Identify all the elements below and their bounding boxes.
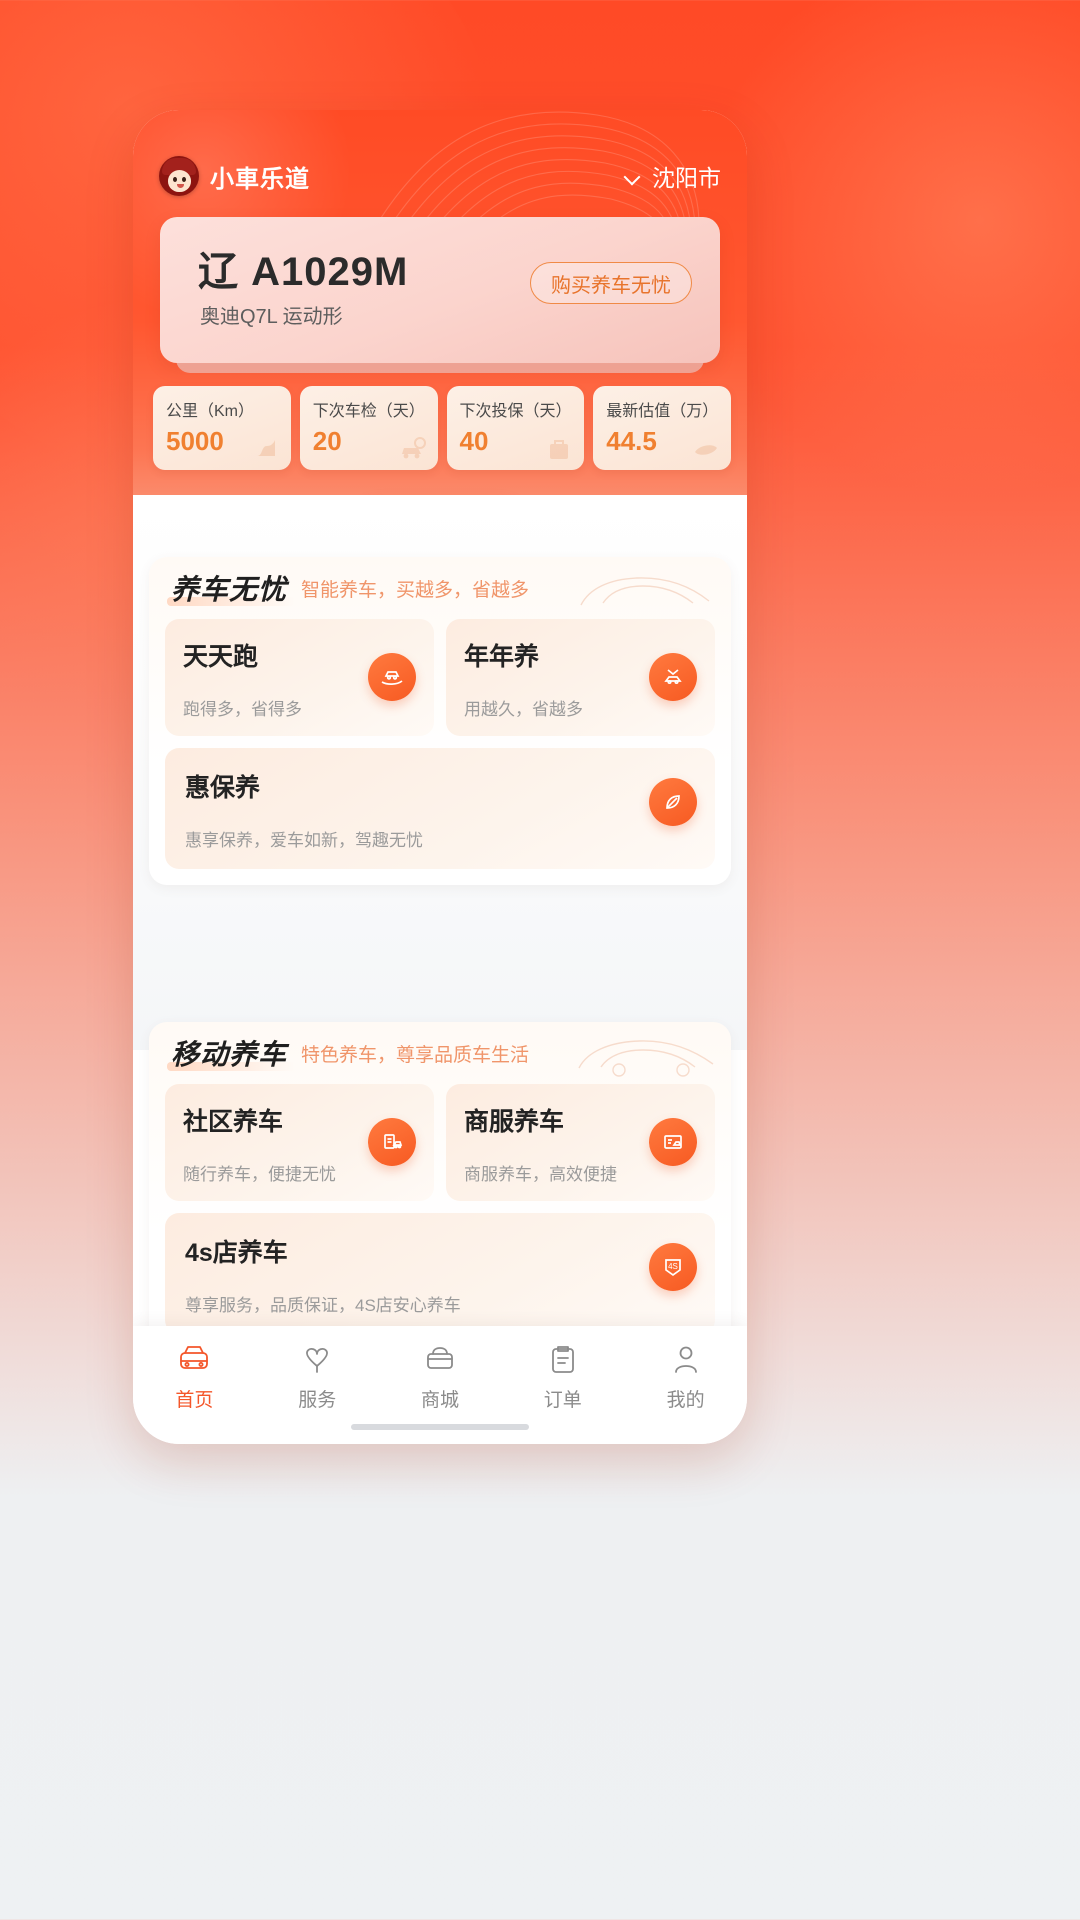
vehicle-card[interactable]: 辽 A1029M 奥迪Q7L 运动形 购买养车无忧	[160, 217, 720, 363]
service-card-tiantianpao[interactable]: 天天跑 跑得多，省得多	[165, 619, 434, 736]
nav-item-orders[interactable]: 订单	[501, 1342, 624, 1412]
nav-label: 商城	[420, 1390, 459, 1411]
business-service-icon	[649, 1118, 697, 1166]
section-header: 养车无忧 智能养车，买越多，省越多	[149, 557, 731, 619]
city-selector[interactable]: 沈阳市	[625, 159, 721, 193]
order-list-icon	[551, 1346, 574, 1373]
section-title: 移动养车	[166, 1033, 296, 1073]
section-subtitle: 特色养车，尊享品质车生活	[301, 1044, 530, 1066]
background-blob-right	[700, 0, 1080, 500]
content-scroll-area[interactable]: 养车无忧 智能养车，买越多，省越多 天天跑 跑得多，省得多 年年养 用越久，省越…	[133, 495, 747, 1350]
top-bar: 小車乐道 沈阳市	[133, 150, 747, 202]
section-subtitle: 智能养车，买越多，省越多	[301, 579, 530, 601]
mascot-avatar-icon	[159, 156, 199, 196]
nav-label: 订单	[543, 1390, 582, 1411]
section-title: 养车无忧	[166, 568, 296, 608]
leaf-icon	[649, 778, 697, 826]
car-maintenance-icon	[649, 653, 697, 701]
insurance-bag-icon	[550, 440, 569, 459]
nav-label: 首页	[175, 1390, 214, 1411]
valuation-icon	[695, 445, 717, 455]
nav-label: 我的	[666, 1390, 705, 1411]
nav-item-service[interactable]: 服务	[256, 1342, 379, 1412]
stat-card-inspection[interactable]: 下次车检（天） 20	[299, 386, 438, 470]
vehicle-stats-row: 公里（Km） 5000 下次车检（天） 20 下次投保（天） 40 最新估值（万…	[153, 386, 731, 470]
card-title: 4s店养车	[185, 1239, 288, 1267]
service-card-niannianyang[interactable]: 年年养 用越久，省越多	[446, 619, 715, 736]
stat-label: 下次车检（天）	[312, 403, 425, 420]
service-heart-icon	[306, 1347, 329, 1373]
user-profile-icon	[674, 1346, 697, 1373]
brand-block[interactable]: 小車乐道	[159, 156, 310, 196]
card-subtitle: 尊享服务，品质保证，4S店安心养车	[185, 1296, 461, 1315]
plate-number: 辽 A1029M	[198, 250, 409, 294]
car-outline-decoration	[580, 577, 710, 606]
nav-item-home[interactable]: 首页	[133, 1342, 256, 1412]
nav-item-shop[interactable]: 商城	[379, 1342, 502, 1412]
stat-label: 下次投保（天）	[459, 403, 572, 420]
service-card-4s-shop[interactable]: 4s店养车 尊享服务，品质保证，4S店安心养车 4S	[165, 1213, 715, 1334]
brand-name: 小車乐道	[210, 165, 310, 193]
hero-header: 小車乐道 沈阳市 辽 A1029M 奥迪Q7L 运动形 购买养车无忧 公里（Km…	[133, 110, 747, 495]
home-car-icon	[180, 1346, 209, 1369]
chevron-down-icon	[625, 171, 642, 181]
nav-label: 服务	[298, 1390, 337, 1411]
car-inspection-icon	[401, 437, 426, 459]
section-mobile-maintenance: 移动养车 特色养车，尊享品质车生活 社区养车 随行养车，便捷无忧 商服养车 商服…	[149, 1022, 731, 1350]
card-title: 惠保养	[185, 774, 261, 802]
stat-card-mileage[interactable]: 公里（Km） 5000	[153, 386, 291, 470]
vehicle-model: 奥迪Q7L 运动形	[200, 306, 343, 328]
car-on-hand-icon	[368, 653, 416, 701]
section-maintenance-worryfree: 养车无忧 智能养车，买越多，省越多 天天跑 跑得多，省得多 年年养 用越久，省越…	[149, 557, 731, 885]
stat-card-insurance[interactable]: 下次投保（天） 40	[446, 386, 585, 470]
phone-frame: 小車乐道 沈阳市 辽 A1029M 奥迪Q7L 运动形 购买养车无忧 公里（Km…	[133, 110, 747, 1444]
car-outline-decoration	[578, 1040, 714, 1077]
road-icon	[256, 440, 275, 456]
service-card-community[interactable]: 社区养车 随行养车，便捷无忧	[165, 1084, 434, 1201]
4s-shop-icon: 4S	[649, 1243, 697, 1291]
nav-item-profile[interactable]: 我的	[624, 1342, 747, 1412]
card-subtitle: 惠享保养，爱车如新，驾趣无忧	[185, 831, 423, 850]
svg-text:4S: 4S	[668, 1262, 678, 1271]
stat-card-valuation[interactable]: 最新估值（万） 44.5	[593, 386, 731, 470]
service-card-huibaoyang[interactable]: 惠保养 惠享保养，爱车如新，驾趣无忧	[165, 748, 715, 869]
shop-bag-icon	[427, 1347, 453, 1369]
city-label: 沈阳市	[652, 165, 721, 191]
card-row: 社区养车 随行养车，便捷无忧 商服养车 商服养车，高效便捷	[149, 1084, 731, 1201]
buy-maintenance-button[interactable]: 购买养车无忧	[530, 262, 692, 304]
stat-label: 公里（Km）	[166, 403, 255, 420]
service-card-business[interactable]: 商服养车 商服养车，高效便捷	[446, 1084, 715, 1201]
stat-label: 最新估值（万）	[606, 403, 719, 420]
community-service-icon	[368, 1118, 416, 1166]
card-row: 天天跑 跑得多，省得多 年年养 用越久，省越多	[149, 619, 731, 736]
section-header: 移动养车 特色养车，尊享品质车生活	[149, 1022, 731, 1084]
home-indicator	[351, 1424, 529, 1430]
